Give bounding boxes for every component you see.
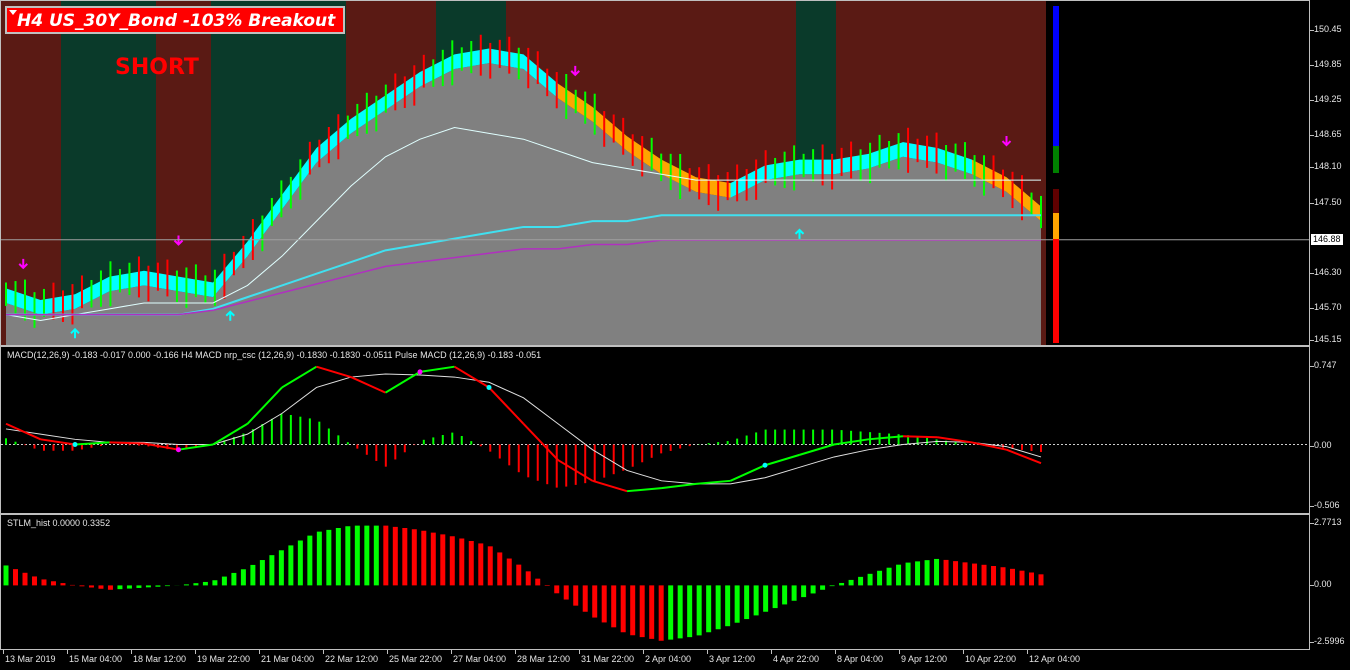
macd-main-line-segment xyxy=(592,479,628,493)
chart-title: H4 US_30Y_Bond -103% Breakout xyxy=(17,11,336,31)
macd-main-line-segment xyxy=(799,443,835,456)
price-axis-label: 145.70 xyxy=(1314,301,1342,312)
time-axis-label: 4 Apr 22:00 xyxy=(773,654,820,664)
signal-strength-bar xyxy=(1053,146,1059,173)
stlm-axis-max: 2.7713 xyxy=(1314,517,1342,527)
stlm-axis[interactable]: 2.7713 0.00 -2.5996 xyxy=(1310,514,1350,650)
macd-canvas xyxy=(1,365,1309,493)
macd-cross-dot xyxy=(762,462,768,468)
price-chart-canvas xyxy=(1,1,1309,345)
time-axis-label: 21 Mar 04:00 xyxy=(261,654,315,664)
macd-main-line-segment xyxy=(109,441,145,445)
time-axis-label: 27 Mar 04:00 xyxy=(453,654,507,664)
stlm-axis-min: -2.5996 xyxy=(1314,636,1345,646)
macd-indicator-label: MACD(12,26,9) -0.183 -0.017 0.000 -0.166… xyxy=(7,350,542,360)
dropdown-arrow-icon[interactable] xyxy=(9,10,17,15)
time-axis-label: 3 Apr 12:00 xyxy=(709,654,756,664)
main-price-chart[interactable]: H4 US_30Y_Bond -103% Breakout SHORT xyxy=(0,0,1310,346)
price-axis-label: 147.50 xyxy=(1314,196,1342,207)
price-axis-label: 148.10 xyxy=(1314,161,1342,172)
time-axis-label: 9 Apr 12:00 xyxy=(901,654,948,664)
time-axis-label: 15 Mar 04:00 xyxy=(69,654,123,664)
time-axis-label: 28 Mar 12:00 xyxy=(517,654,571,664)
macd-main-line-segment xyxy=(626,487,662,493)
macd-cross-dot xyxy=(72,442,78,448)
macd-main-line-segment xyxy=(40,438,76,446)
macd-cross-dot xyxy=(417,369,423,375)
macd-main-line-segment xyxy=(384,371,421,394)
stlm-indicator-label: STLM_hist 0.0000 0.3352 xyxy=(7,518,111,528)
time-axis-label: 2 Apr 04:00 xyxy=(645,654,692,664)
macd-main-line-segment xyxy=(316,365,352,379)
signal-strength-bar xyxy=(1053,213,1059,239)
trend-band-segment xyxy=(799,159,834,175)
current-price-marker: 146.88 xyxy=(1311,234,1343,245)
macd-axis-zero: 0.00 xyxy=(1314,440,1332,450)
macd-main-line-segment xyxy=(661,482,697,490)
macd-main-line-segment xyxy=(281,365,318,389)
stlm-axis-zero: 0.00 xyxy=(1314,579,1332,589)
macd-main-line-segment xyxy=(74,441,110,446)
time-axis-label: 12 Apr 04:00 xyxy=(1029,654,1081,664)
macd-signal-line xyxy=(5,373,1042,485)
macd-main-line-segment xyxy=(488,386,525,425)
chart-margin-area xyxy=(1046,1,1309,345)
price-axis-label: 150.45 xyxy=(1314,24,1342,34)
macd-main-line-segment xyxy=(246,386,283,425)
price-axis[interactable]: 150.45 149.85 149.25 148.65 148.10 147.50 146.… xyxy=(1310,0,1350,346)
macd-main-line-segment xyxy=(902,435,938,439)
time-axis-label: 22 Mar 12:00 xyxy=(325,654,379,664)
price-axis-label: 148.65 xyxy=(1314,129,1342,140)
macd-cross-dot xyxy=(486,384,492,390)
price-axis-label: 149.85 xyxy=(1314,59,1342,70)
macd-cross-dot xyxy=(176,447,181,453)
stlm-indicator-pane[interactable]: STLM_hist 0.0000 0.3352 xyxy=(0,514,1310,650)
macd-main-line-segment xyxy=(764,453,800,467)
macd-main-line-segment xyxy=(419,365,455,373)
time-axis-label: 18 Mar 12:00 xyxy=(133,654,187,664)
stlm-canvas xyxy=(3,525,1044,641)
time-axis-label: 25 Mar 22:00 xyxy=(389,654,443,664)
price-axis-label: 145.15 xyxy=(1314,334,1342,344)
signal-strength-bar xyxy=(1053,239,1059,343)
macd-axis[interactable]: 0.747 0.00 -0.506 xyxy=(1310,346,1350,514)
time-axis-label: 19 Mar 22:00 xyxy=(197,654,251,664)
time-axis[interactable]: 13 Mar 2019 15 Mar 04:00 18 Mar 12:00 19 Ma… xyxy=(0,650,1350,670)
time-axis-label: 31 Mar 22:00 xyxy=(581,654,635,664)
macd-main-line-segment xyxy=(453,365,490,389)
macd-main-line-segment xyxy=(212,422,249,446)
time-axis-label: 13 Mar 2019 xyxy=(5,654,56,664)
price-axis-label: 149.25 xyxy=(1314,94,1342,105)
macd-axis-max: 0.747 xyxy=(1314,360,1337,370)
signal-strength-bar xyxy=(1053,6,1059,146)
title-banner: H4 US_30Y_Bond -103% Breakout xyxy=(5,6,345,34)
time-axis-label: 8 Apr 04:00 xyxy=(837,654,884,664)
macd-axis-min: -0.506 xyxy=(1314,500,1340,510)
macd-indicator-pane[interactable]: MACD(12,26,9) -0.183 -0.017 0.000 -0.166… xyxy=(0,346,1310,514)
signal-strength-bar xyxy=(1053,189,1059,213)
macd-main-line-segment xyxy=(5,422,41,441)
signal-label: SHORT xyxy=(115,55,199,80)
price-axis-label: 146.30 xyxy=(1314,266,1342,277)
macd-main-line-segment xyxy=(350,376,386,394)
time-axis-label: 10 Apr 22:00 xyxy=(965,654,1017,664)
